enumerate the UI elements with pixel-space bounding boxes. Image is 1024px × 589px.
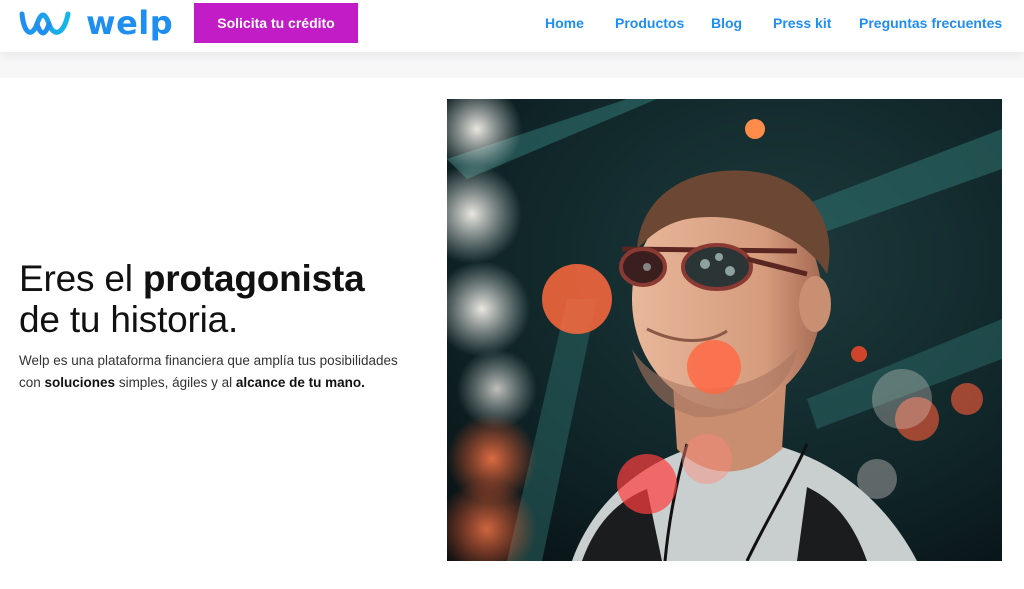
nav-press-kit[interactable]: Press kit xyxy=(773,15,831,32)
hero-subtitle: Welp es una plataforma financiera que am… xyxy=(19,350,419,394)
hero-subtitle-p2: simples, ágiles y al xyxy=(115,375,236,390)
header-divider-band xyxy=(0,52,1024,78)
nav-faq[interactable]: Preguntas frecuentes xyxy=(859,15,1002,32)
site-header: welp Solicita tu crédito Home Productos … xyxy=(0,0,1024,52)
nav-home[interactable]: Home xyxy=(545,15,584,32)
hero-photo xyxy=(447,99,1002,561)
hero-photo-icon xyxy=(447,99,1002,561)
hero-title-part2: de tu historia. xyxy=(19,299,239,340)
nav-products[interactable]: Productos xyxy=(615,15,684,32)
hero-title: Eres el protagonista de tu historia. xyxy=(19,258,419,340)
hero-title-part1: Eres el xyxy=(19,258,143,299)
nav-blog[interactable]: Blog xyxy=(711,15,742,32)
hero-title-bold: protagonista xyxy=(142,258,365,299)
hero-subtitle-b1: soluciones xyxy=(44,375,116,390)
hero-subtitle-b2: alcance de tu mano. xyxy=(235,375,365,390)
main-nav: Home Productos Blog Press kit Preguntas … xyxy=(0,15,1024,35)
